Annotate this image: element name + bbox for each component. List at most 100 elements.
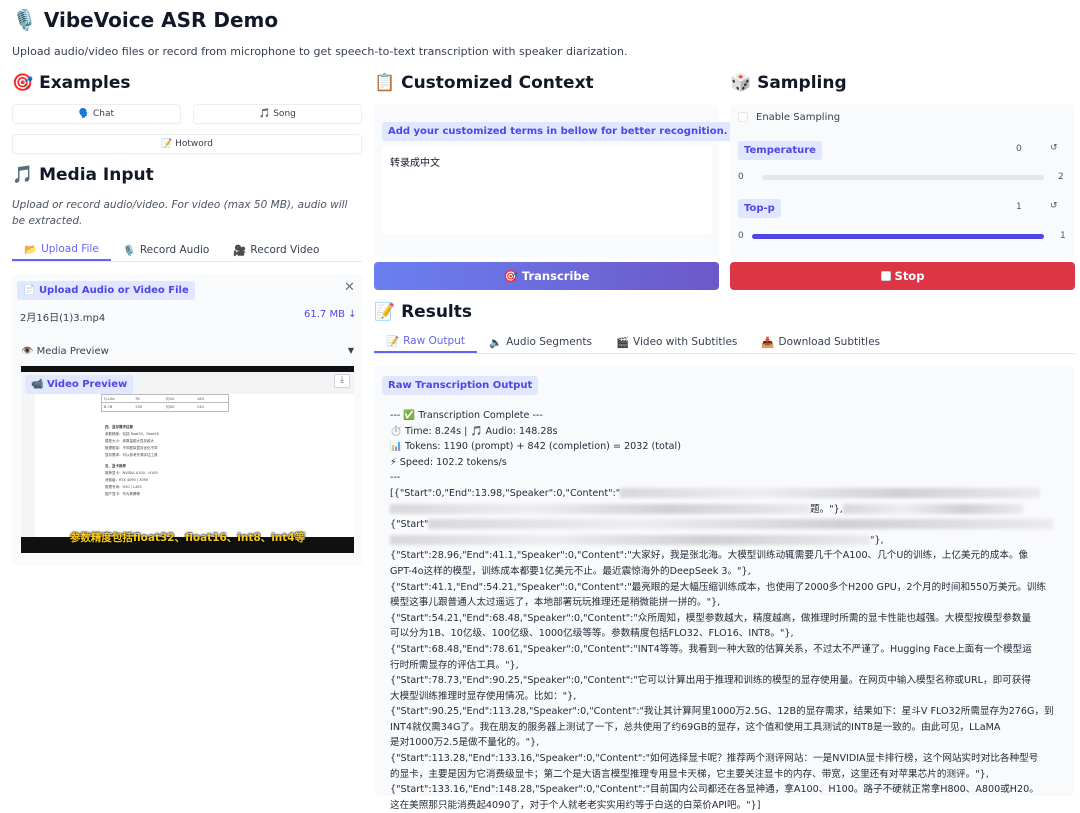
redacted-text: [428, 519, 1054, 530]
video-player[interactable]: 📹 Video Preview ⤓ Q-Lite 7B 约4G 16G B-7B 13B…: [21, 366, 354, 553]
dart-icon: 🎯: [503, 269, 518, 283]
top-p-slider-fill: [752, 234, 1044, 239]
redacted-text: [390, 534, 870, 545]
speaking-head-icon: 🗣️: [78, 109, 91, 119]
segment-line: {"Start":78.73,"End":90.25,"Speaker":0,"…: [390, 675, 1031, 687]
status-line: ⚡ Speed: 102.2 tokens/s: [390, 456, 507, 468]
segment-line: 行时所需显存的评估工具。"},: [390, 659, 519, 671]
video-frame: 📹 Video Preview ⤓ Q-Lite 7B 约4G 16G B-7B 13B…: [21, 372, 354, 544]
microphone-icon: 🎙️: [122, 244, 136, 257]
clapper-icon: 🎬: [615, 336, 630, 349]
app-subtitle: Upload audio/video files or record from …: [12, 45, 628, 58]
tab-audio-segments[interactable]: 🔈 Audio Segments: [477, 331, 604, 353]
status-line: ---: [390, 472, 401, 484]
segment-line: 这在美照那只能消费起4090了，对于个人就老老实实用约等于白送的白菜价API吧。…: [390, 799, 761, 811]
upload-label: 📄 Upload Audio or Video File: [17, 281, 195, 300]
raw-output-text[interactable]: --- ✅ Transcription Complete --- ⏱️ Time…: [390, 408, 1060, 813]
example-chat-button[interactable]: 🗣️ Chat: [12, 104, 181, 124]
media-input-hint: Upload or record audio/video. For video …: [12, 199, 348, 227]
sampling-heading: 🎲 Sampling: [730, 73, 847, 93]
temperature-slider[interactable]: [762, 175, 1044, 180]
temperature-max: 2: [1058, 172, 1064, 182]
segment-line: {"Start":90.25,"End":113.28,"Speaker":0,…: [390, 706, 1054, 718]
segment-line: INT4就仅需34G了。我在朋友的服务器上测试了一下，总共使用了约69GB的显存…: [390, 721, 1001, 733]
download-tray-icon: 📥: [761, 336, 775, 349]
top-p-slider[interactable]: [752, 234, 1044, 239]
video-doc-text: 四、显存需求估算 参数精度：包括 float32、float16 模型大小：参数…: [105, 425, 159, 496]
raw-output-label: Raw Transcription Output: [382, 376, 539, 395]
segment-line: 的显卡，主要是因为它消费级显卡；第二个是大语言模型推理专用显卡天梯，它主要关注显…: [390, 768, 989, 780]
status-line: ⏱️ Time: 8.24s | 🎵 Audio: 148.28s: [390, 425, 558, 437]
top-p-label: Top-p: [738, 199, 781, 218]
segment-line: 大模型训练推理时显存使用情况。比如："},: [390, 690, 577, 702]
context-label: Add your customized terms in bellow for …: [382, 122, 734, 141]
segment-line: {"Start":68.48,"End":78.61,"Speaker":0,"…: [390, 643, 1032, 655]
segment-line: {"Start":113.28,"End":133.16,"Speaker":0…: [390, 753, 1039, 765]
tab-upload-file[interactable]: 📂 Upload File: [12, 239, 111, 261]
download-icon[interactable]: ⤓: [334, 374, 350, 388]
media-input-tabs: 📂 Upload File 🎙️ Record Audio 🎥 Record Vide…: [12, 239, 362, 262]
stop-button[interactable]: Stop: [730, 262, 1075, 290]
reset-icon[interactable]: ↺: [1050, 143, 1058, 153]
tab-video-subtitles[interactable]: 🎬 Video with Subtitles: [604, 331, 749, 353]
triangle-down-icon: ▼: [347, 346, 354, 355]
file-size-download-link[interactable]: 61.7 MB ↓: [304, 309, 357, 320]
dice-icon: 🎲: [730, 73, 752, 93]
results-heading: 📝 Results: [374, 302, 473, 322]
memo-icon: 📝: [160, 139, 173, 149]
segment-line: 模型这事儿跟普通人太过遥远了，本地部署玩玩推理还是稍微能拼一拼的。"},: [390, 597, 721, 609]
segment-line: 题。"},: [390, 502, 1060, 518]
examples-heading: 🎯 Examples: [12, 73, 131, 93]
status-line: --- ✅ Transcription Complete ---: [390, 410, 543, 421]
segment-line: {"Start":28.96,"End":41.1,"Speaker":0,"C…: [390, 550, 1029, 562]
segment-line: 可以分为1B、10亿级、100亿级、1000亿级等等。参数精度包括FLO32、F…: [390, 628, 794, 640]
clipboard-icon: 📋: [374, 73, 396, 93]
media-preview-accordion[interactable]: 👁️ Media Preview ▼: [21, 346, 354, 357]
top-p-value[interactable]: 1: [1016, 202, 1022, 212]
speaker-icon: 🔈: [488, 336, 503, 349]
segment-line: GPT-4o这样的模型，训练成本都要1亿美元不止。最近震惊海外的DeepSeek…: [390, 565, 751, 577]
transcribe-button[interactable]: 🎯 Transcribe: [374, 262, 719, 290]
context-heading: 📋 Customized Context: [374, 73, 594, 93]
dart-icon: 🎯: [12, 73, 34, 93]
reset-icon[interactable]: ↺: [1050, 201, 1058, 211]
redacted-text: [390, 503, 810, 514]
app-title: 🎙️ VibeVoice ASR Demo: [12, 8, 279, 32]
video-caption: 参数精度包括float32、float16、int8、int4等: [69, 532, 306, 544]
music-note-icon: 🎵: [12, 165, 34, 185]
eye-icon: 👁️: [21, 346, 34, 357]
segment-line: "},: [390, 533, 1060, 549]
redacted-text: [620, 487, 1041, 498]
top-p-min: 0: [738, 231, 744, 241]
temperature-min: 0: [738, 172, 744, 182]
enable-sampling-label: Enable Sampling: [756, 112, 841, 123]
temperature-value[interactable]: 0: [1016, 144, 1022, 154]
results-tabs: 📝 Raw Output 🔈 Audio Segments 🎬 Video with …: [374, 331, 1075, 354]
video-camera-icon: 📹: [31, 379, 44, 390]
tab-download-subtitles[interactable]: 📥 Download Subtitles: [749, 331, 892, 353]
example-song-button[interactable]: 🎵 Song: [193, 104, 362, 124]
example-hotword-button[interactable]: 📝 Hotword: [12, 134, 362, 154]
close-icon[interactable]: ✕: [344, 280, 355, 295]
segment-line: {"Start":41.1,"End":54.21,"Speaker":0,"C…: [390, 581, 1046, 593]
memo-icon: 📝: [386, 335, 400, 348]
segment-line: {"Start":54.21,"End":68.48,"Speaker":0,"…: [390, 612, 1032, 624]
segment-line: 是对1000万2.5是做不量化的。"},: [390, 737, 540, 749]
tab-raw-output[interactable]: 📝 Raw Output: [374, 331, 477, 353]
video-camera-icon: 🎥: [233, 244, 247, 257]
music-note-icon: 🎵: [259, 109, 271, 119]
file-name: 2月16日(1)3.mp4: [20, 313, 106, 324]
segment-line: [{"Start":0,"End":13.98,"Speaker":0,"Con…: [390, 486, 1060, 502]
tab-record-audio[interactable]: 🎙️ Record Audio: [111, 239, 222, 261]
file-icon: 📄: [23, 285, 36, 296]
segment-line: {"Start": [390, 517, 1060, 533]
temperature-label: Temperature: [738, 141, 822, 160]
enable-sampling-checkbox[interactable]: [738, 112, 748, 122]
top-p-max: 1: [1060, 231, 1066, 241]
memo-icon: 📝: [374, 302, 396, 322]
redacted-text: [842, 503, 1023, 514]
stop-icon: [880, 271, 891, 281]
tab-record-video[interactable]: 🎥 Record Video: [221, 239, 331, 261]
context-textarea[interactable]: 转录成中文: [382, 146, 712, 234]
folder-icon: 📂: [24, 243, 38, 256]
